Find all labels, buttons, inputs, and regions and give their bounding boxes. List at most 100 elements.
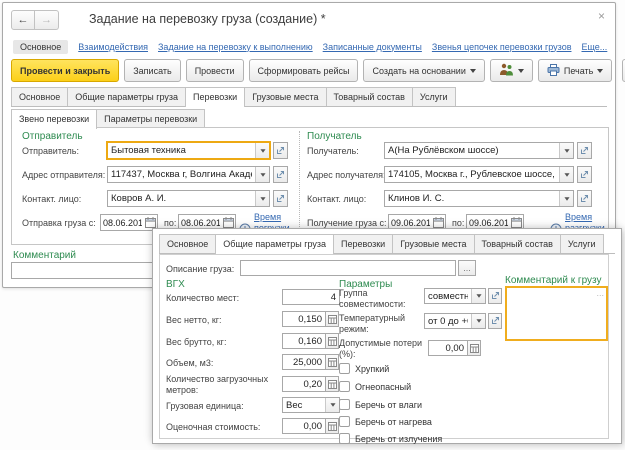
calendar-icon[interactable] <box>222 217 235 228</box>
tab-gruzovye-mesta[interactable]: Грузовые места <box>244 87 326 106</box>
back-button[interactable]: ← <box>11 10 35 30</box>
chevron-down-icon[interactable] <box>255 191 269 206</box>
sender-contact-input[interactable] <box>108 191 255 206</box>
sender-contact-label: Контакт. лицо: <box>22 194 81 204</box>
w2-tab-gruzovye-mesta[interactable]: Грузовые места <box>392 234 474 253</box>
receiver-contact-open-button[interactable] <box>577 190 592 207</box>
calendar-icon[interactable] <box>144 217 157 228</box>
tab-osnovnoe[interactable]: Основное <box>11 87 68 106</box>
menu-more[interactable]: Еще... <box>581 42 609 52</box>
vgh-header: ВГХ <box>166 279 185 290</box>
chevron-down-icon[interactable] <box>255 143 269 158</box>
sender-date-from-input[interactable] <box>101 218 144 228</box>
receiver-address-open-button[interactable] <box>577 166 592 183</box>
tab-tovarnyy-sostav[interactable]: Товарный состав <box>326 87 413 106</box>
receiver-input[interactable] <box>385 143 559 158</box>
sender-address-open-button[interactable] <box>273 166 288 183</box>
sender-open-button[interactable] <box>273 142 288 159</box>
receiver-address-input[interactable] <box>385 167 559 182</box>
calendar-icon[interactable] <box>510 217 523 228</box>
sender-address-label: Адрес отправителя: <box>22 170 105 180</box>
chevron-down-icon[interactable] <box>471 289 485 303</box>
chevron-down-icon[interactable] <box>559 191 573 206</box>
tab-obshchie-parametry-gruza[interactable]: Общие параметры груза <box>67 87 186 106</box>
calculator-icon[interactable] <box>325 333 339 349</box>
calculator-icon[interactable] <box>325 418 339 434</box>
volume-label: Объем, м3: <box>166 358 213 368</box>
checkbox-fragile[interactable]: Хрупкий <box>339 363 389 374</box>
subtab-zveno-perevozki[interactable]: Звено перевозки <box>11 109 97 129</box>
receiver-contact-label: Контакт. лицо: <box>307 194 366 204</box>
tab-perevozki[interactable]: Перевозки <box>185 87 245 107</box>
checkbox-flammable[interactable]: Огнеопасный <box>339 381 411 392</box>
volume-input[interactable] <box>282 354 326 370</box>
receiver-date-from-input[interactable] <box>389 218 432 228</box>
subtab-parametry-perevozki[interactable]: Параметры перевозки <box>96 109 205 128</box>
checkbox-keep-from-moisture[interactable]: Беречь от влаги <box>339 399 422 410</box>
sender-input[interactable] <box>108 143 255 158</box>
checkbox-keep-from-radiation[interactable]: Беречь от излучения <box>339 433 442 444</box>
w2-tab-obshchie-parametry-gruza[interactable]: Общие параметры груза <box>215 234 334 254</box>
menu-item-main[interactable]: Основное <box>13 40 68 54</box>
net-weight-input[interactable] <box>282 311 326 327</box>
receiver-address-combo <box>384 166 574 183</box>
gross-weight-input[interactable] <box>282 333 326 349</box>
temperature-mode-open-button[interactable] <box>488 313 502 329</box>
sender-date-to-input[interactable] <box>179 218 222 228</box>
chevron-down-icon[interactable] <box>559 167 573 182</box>
calendar-icon[interactable] <box>432 217 445 228</box>
menu-link-interactions[interactable]: Взаимодействия <box>78 42 148 52</box>
post-and-close-button[interactable]: Провести и закрыть <box>11 59 119 82</box>
calculator-icon[interactable] <box>467 340 481 356</box>
allowed-loss-label: Допустимые потери (%): <box>339 338 423 359</box>
allowed-loss-input[interactable] <box>428 340 468 356</box>
cargo-description-input[interactable] <box>240 260 456 276</box>
calculator-icon[interactable] <box>325 354 339 370</box>
cargo-comment-choose-button[interactable]: ... <box>596 288 604 298</box>
cargo-unit-label: Грузовая единица: <box>166 401 244 411</box>
quantity-places-input[interactable] <box>282 289 340 305</box>
save-button[interactable]: Записать <box>124 59 180 82</box>
cargo-description-choose-button[interactable]: ... <box>458 260 476 276</box>
close-icon[interactable]: × <box>598 9 605 23</box>
compatibility-group-input[interactable] <box>425 289 471 303</box>
cargo-comment-textarea[interactable] <box>507 288 606 339</box>
sender-contact-open-button[interactable] <box>273 190 288 207</box>
cargo-comment-header: Комментарий к грузу <box>505 275 601 286</box>
menu-link-recorded-documents[interactable]: Записанные документы <box>323 42 422 52</box>
tab-uslugi[interactable]: Услуги <box>412 87 456 106</box>
receiver-label: Получатель: <box>307 146 359 156</box>
checkbox-keep-from-heat[interactable]: Беречь от нагрева <box>339 416 432 427</box>
loading-meters-input[interactable] <box>282 376 326 392</box>
estimated-value-input[interactable] <box>282 418 326 434</box>
form-trips-button[interactable]: Сформировать рейсы <box>249 59 359 82</box>
menu-link-task-to-execution[interactable]: Задание на перевозку к выполнению <box>158 42 313 52</box>
chevron-down-icon[interactable] <box>325 398 339 412</box>
sender-combo <box>107 142 270 159</box>
cargo-unit-input[interactable] <box>283 398 325 412</box>
checkbox-icon <box>339 381 350 392</box>
sender-address-input[interactable] <box>108 167 255 182</box>
w2-tab-perevozki[interactable]: Перевозки <box>333 234 393 253</box>
menu-link-transport-chain-links[interactable]: Звенья цепочек перевозки грузов <box>432 42 572 52</box>
calculator-icon[interactable] <box>325 376 339 392</box>
open-link-icon <box>276 190 285 208</box>
chevron-down-icon[interactable] <box>255 167 269 182</box>
chevron-down-icon[interactable] <box>559 143 573 158</box>
chevron-down-icon <box>597 69 603 73</box>
w2-tab-uslugi[interactable]: Услуги <box>560 234 604 253</box>
calculator-icon[interactable] <box>325 311 339 327</box>
forward-button[interactable]: → <box>35 10 59 30</box>
create-based-on-button[interactable]: Создать на основании <box>363 59 484 82</box>
receiver-open-button[interactable] <box>577 142 592 159</box>
receiver-contact-input[interactable] <box>385 191 559 206</box>
subordination-structure-button[interactable] <box>490 59 533 82</box>
chevron-down-icon[interactable] <box>471 314 485 328</box>
w2-tab-tovarnyy-sostav[interactable]: Товарный состав <box>474 234 561 253</box>
compatibility-group-open-button[interactable] <box>488 288 502 304</box>
temperature-mode-input[interactable] <box>425 314 471 328</box>
w2-tab-osnovnoe[interactable]: Основное <box>159 234 216 253</box>
print-button[interactable]: Печать <box>538 59 612 82</box>
receiver-date-to-input[interactable] <box>467 218 510 228</box>
post-button[interactable]: Провести <box>186 59 244 82</box>
